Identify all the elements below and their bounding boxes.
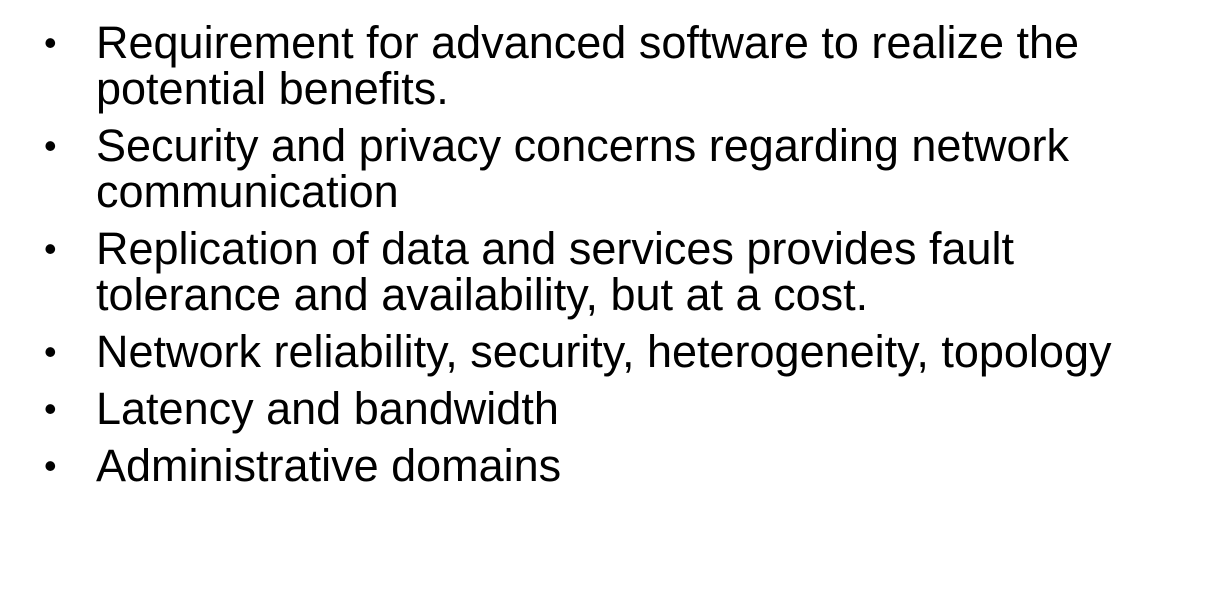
bullet-icon: • [44, 388, 57, 429]
bullet-text: Replication of data and services provide… [96, 223, 1015, 320]
list-item: • Security and privacy concerns regardin… [44, 123, 1194, 215]
bullet-icon: • [44, 445, 57, 486]
bullet-text: Latency and bandwidth [96, 383, 559, 434]
bullet-icon: • [44, 331, 57, 372]
list-item: • Administrative domains [44, 443, 1194, 489]
bullet-text: Security and privacy concerns regarding … [96, 120, 1069, 217]
bullet-text: Network reliability, security, heterogen… [96, 326, 1112, 377]
bullet-text: Requirement for advanced software to rea… [96, 17, 1080, 114]
bullet-icon: • [44, 228, 57, 269]
list-item: • Replication of data and services provi… [44, 226, 1194, 318]
bullet-icon: • [44, 125, 57, 166]
slide: • Requirement for advanced software to r… [0, 0, 1207, 615]
bullet-list: • Requirement for advanced software to r… [44, 20, 1194, 500]
list-item: • Requirement for advanced software to r… [44, 20, 1194, 112]
bullet-icon: • [44, 22, 57, 63]
list-item: • Network reliability, security, heterog… [44, 329, 1194, 375]
bullet-text: Administrative domains [96, 440, 562, 491]
list-item: • Latency and bandwidth [44, 386, 1194, 432]
